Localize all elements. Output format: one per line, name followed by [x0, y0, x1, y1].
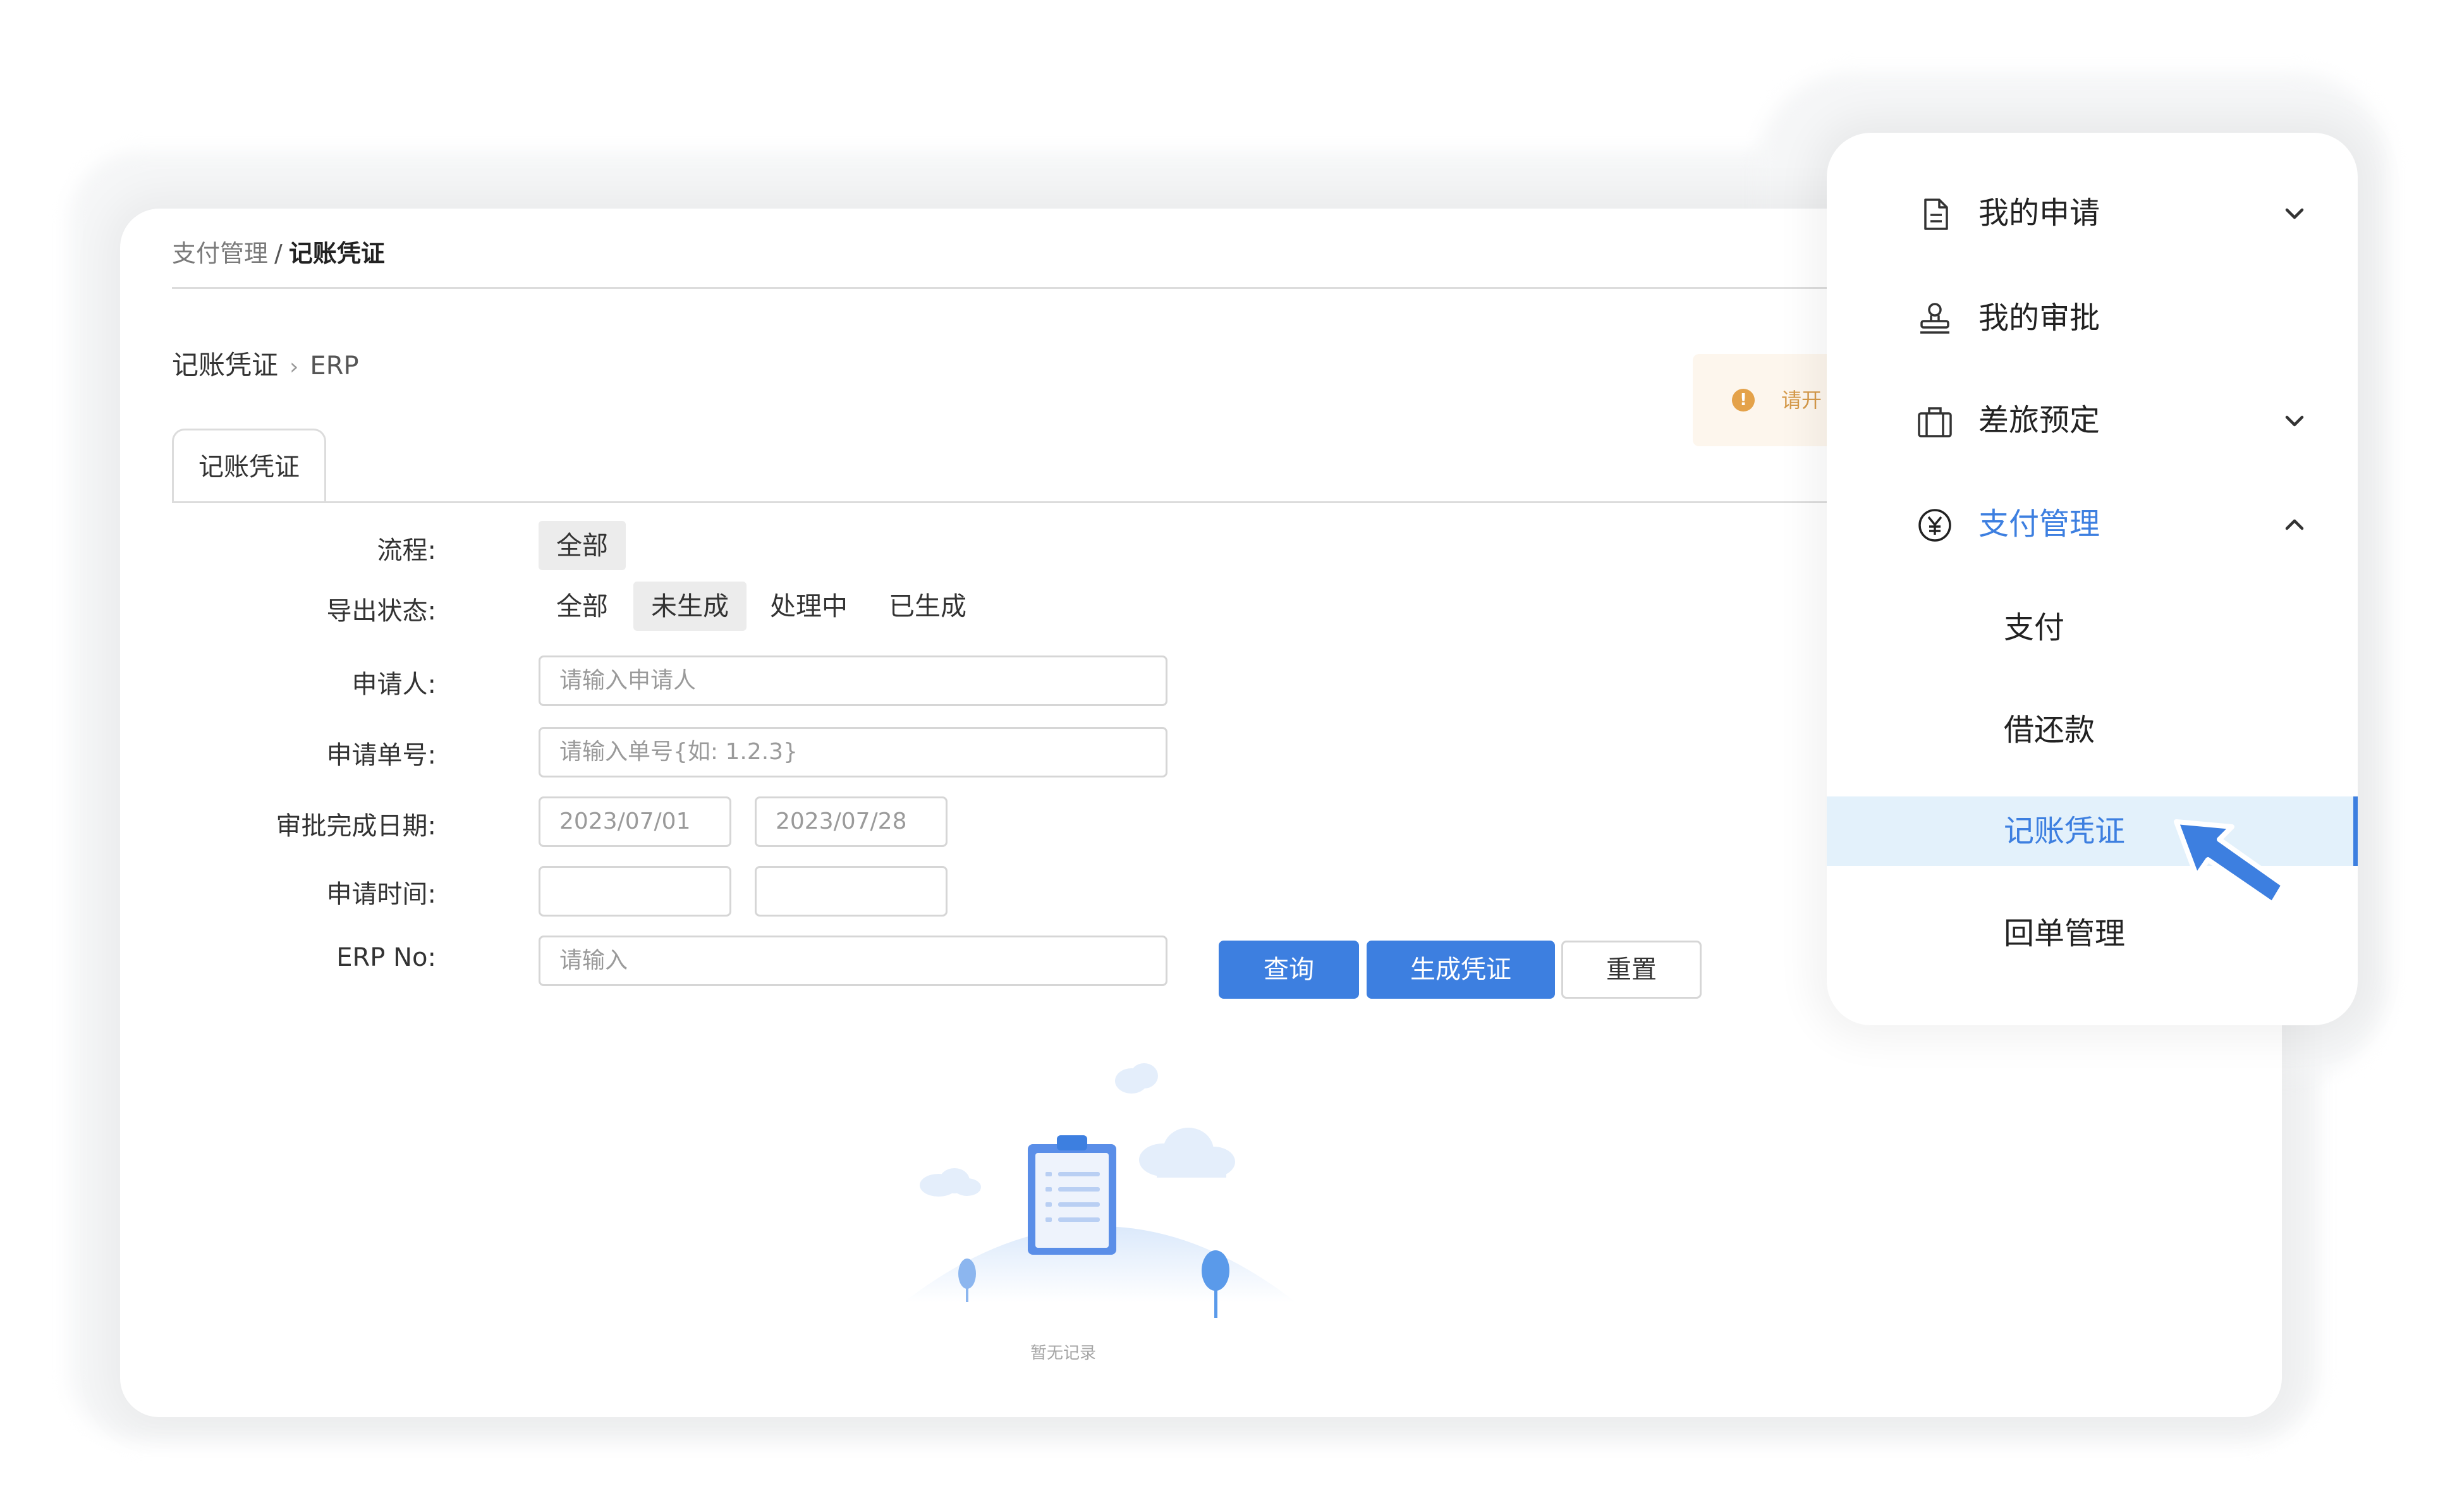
chevron-up-icon [2285, 519, 2304, 530]
alert-text: 请开 [1781, 388, 1822, 412]
suitcase-icon [1918, 407, 1952, 437]
yen-icon [1918, 509, 1951, 542]
chevron-down-icon [2285, 208, 2304, 219]
status-option-processing[interactable]: 处理中 [752, 582, 865, 631]
cursor-arrow-icon [2174, 819, 2286, 906]
menu-item-payment-management[interactable]: 支付管理 [1827, 489, 2358, 559]
menu-label: 借还款 [2004, 712, 2095, 748]
process-label: 流程: [377, 536, 436, 565]
erp-no-label: ERP No: [336, 943, 436, 972]
menu-label: 我的申请 [1978, 195, 2100, 231]
applicant-input[interactable]: 请输入申请人 [539, 655, 1167, 706]
chevron-down-icon [2285, 415, 2304, 427]
apply-time-start[interactable] [539, 866, 731, 917]
header-divider [172, 287, 1992, 289]
erp-no-input[interactable]: 请输入 [539, 936, 1167, 986]
menu-item-my-approvals[interactable]: 我的审批 [1827, 283, 2358, 353]
menu-subitem-payment[interactable]: 支付 [1827, 593, 2358, 662]
menu-label: 差旅预定 [1978, 403, 2100, 438]
breadcrumb-parent[interactable]: 支付管理 [172, 240, 268, 267]
breadcrumb-current: 记账凭证 [288, 240, 385, 267]
menu-label: 我的审批 [1978, 300, 2100, 336]
stamp-icon [1920, 303, 1949, 334]
apply-time-end[interactable] [755, 866, 948, 917]
tab-voucher[interactable]: 记账凭证 [172, 429, 326, 503]
request-no-label: 申请单号: [326, 741, 436, 770]
menu-label: 回单管理 [2004, 916, 2126, 951]
menu-label: 支付管理 [1978, 506, 2100, 542]
page-subtitle: 记账凭证 › ERP [172, 346, 359, 386]
status-option-generated[interactable]: 已生成 [871, 582, 984, 631]
breadcrumb-separator: / [274, 240, 283, 267]
export-status-label: 导出状态: [326, 597, 436, 626]
approval-date-end[interactable]: 2023/07/28 [755, 796, 948, 847]
apply-time-label: 申请时间: [326, 880, 436, 909]
applicant-label: 申请人: [351, 670, 436, 699]
empty-state-illustration [904, 1063, 1296, 1318]
menu-subitem-loan-repayment[interactable]: 借还款 [1827, 695, 2358, 765]
document-icon [1924, 198, 1948, 230]
warning-icon: ! [1732, 389, 1755, 412]
erp-label: ERP [310, 351, 359, 381]
page-title: 记账凭证 [172, 350, 279, 381]
reset-button[interactable]: 重置 [1561, 941, 1702, 999]
empty-state-text: 暂无记录 [1030, 1344, 1097, 1363]
tab-divider [172, 501, 1992, 503]
request-no-input[interactable]: 请输入单号{如: 1.2.3} [539, 727, 1167, 777]
process-option-all[interactable]: 全部 [539, 521, 626, 570]
menu-item-travel-booking[interactable]: 差旅预定 [1827, 386, 2358, 455]
chevron-right-icon: › [290, 354, 299, 380]
status-option-all[interactable]: 全部 [539, 582, 626, 631]
menu-item-my-applications[interactable]: 我的申请 [1827, 178, 2358, 248]
approval-date-label: 审批完成日期: [276, 812, 436, 841]
breadcrumb: 支付管理 / 记账凭证 [172, 238, 385, 269]
approval-date-start[interactable]: 2023/07/01 [539, 796, 731, 847]
generate-voucher-button[interactable]: 生成凭证 [1367, 941, 1555, 999]
menu-label: 记账凭证 [2004, 814, 2126, 849]
query-button[interactable]: 查询 [1219, 941, 1359, 999]
menu-label: 支付 [2004, 610, 2065, 645]
status-option-not-generated[interactable]: 未生成 [633, 582, 747, 631]
